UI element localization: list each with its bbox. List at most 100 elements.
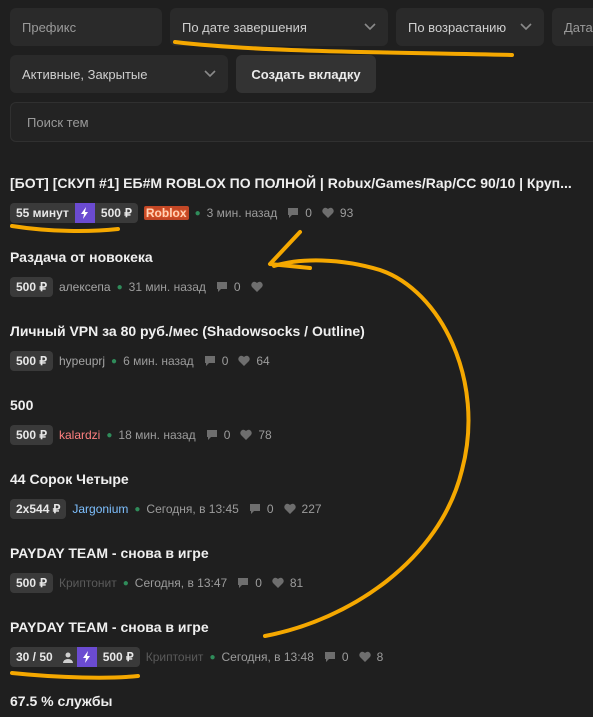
comment-icon: [206, 430, 217, 440]
chip-price: 500 ₽: [16, 354, 47, 368]
like-count: 227: [301, 502, 322, 516]
reply-count: 0: [305, 206, 312, 220]
thread-time: Сегодня, в 13:47: [134, 576, 228, 590]
chip-price: 2x544 ₽: [16, 502, 61, 516]
thread-meta: 500 ₽ алексепа ● 31 мин. назад 0: [10, 277, 590, 297]
underline-chip-bottom: [10, 671, 140, 680]
price-chip: 500 ₽: [10, 573, 53, 593]
prefix-select[interactable]: Префикс: [10, 8, 162, 46]
thread-author[interactable]: алексепа: [59, 280, 111, 294]
thread-time: 18 мин. назад: [118, 428, 196, 442]
reply-count: 0: [341, 650, 349, 664]
thread-meta: 55 минут 500 ₽ Roblox ● 3 мин. назад 0 9…: [10, 203, 590, 223]
thread-meta: 500 ₽ hypeuprj ● 6 мин. назад 0 64: [10, 351, 590, 371]
thread-title[interactable]: 500: [10, 397, 585, 413]
comment-icon: [216, 282, 227, 292]
thread-meta: 30 / 50 500 ₽ Криптонит ● Сегодня, в 13:…: [10, 647, 590, 667]
filter-row-bottom: Активные, Закрытые Создать вкладку: [10, 55, 376, 93]
thread-item[interactable]: Личный VPN за 80 руб./мес (Shadowsocks /…: [10, 323, 590, 371]
heart-icon: [238, 355, 251, 366]
heart-icon: [272, 577, 284, 588]
search-placeholder: Поиск тем: [27, 114, 89, 130]
thread-author[interactable]: kalardzi: [59, 428, 100, 442]
thread-item[interactable]: 44 Сорок Четыре 2x544 ₽ Jargonium ● Сего…: [10, 471, 590, 519]
chevron-down-icon: [204, 70, 216, 78]
heart-icon: [240, 429, 253, 440]
thread-author[interactable]: Jargonium: [72, 502, 128, 516]
chip-price: 500 ₽: [16, 576, 47, 590]
thread-item[interactable]: 67.5 % службы: [10, 693, 590, 709]
underline-chip-top: [10, 224, 120, 233]
search-input[interactable]: Поиск тем: [10, 102, 593, 142]
thread-meta: 2x544 ₽ Jargonium ● Сегодня, в 13:45 0 2…: [10, 499, 590, 519]
thread-item[interactable]: PAYDAY TEAM - снова в игре 500 ₽ Криптон…: [10, 545, 590, 593]
lightning-icon: [76, 647, 97, 667]
sort-by-select[interactable]: По дате завершения: [170, 8, 388, 46]
like-count: 8: [376, 650, 384, 664]
reply-count: 0: [255, 576, 262, 590]
user-icon: [59, 651, 77, 663]
chevron-down-icon: [520, 23, 532, 31]
price-chip: 500 ₽: [10, 351, 53, 371]
thread-title[interactable]: [БОТ] [СКУП #1] ЕБ#М ROBLOX ПО ПОЛНОЙ | …: [10, 175, 585, 191]
reply-count: 0: [223, 428, 231, 442]
thread-time: 31 мин. назад: [128, 280, 206, 294]
thread-title[interactable]: 44 Сорок Четыре: [10, 471, 585, 487]
heart-icon: [322, 207, 334, 218]
comment-icon: [204, 356, 215, 366]
thread-item[interactable]: [БОТ] [СКУП #1] ЕБ#М ROBLOX ПО ПОЛНОЙ | …: [10, 175, 590, 223]
heart-icon: [358, 651, 371, 662]
thread-author[interactable]: Криптонит: [59, 576, 117, 590]
heart-icon: [283, 503, 296, 514]
reply-count: 0: [221, 354, 229, 368]
lightning-icon: [74, 203, 95, 223]
online-dot-icon: ●: [134, 503, 141, 515]
online-dot-icon: ●: [209, 651, 216, 663]
status-select[interactable]: Активные, Закрытые: [10, 55, 228, 93]
comment-icon: [238, 578, 249, 588]
thread-author[interactable]: hypeuprj: [59, 354, 105, 368]
chip-time: 55 минут: [16, 206, 69, 220]
chip-price: 500 ₽: [16, 280, 47, 294]
online-dot-icon: ●: [111, 355, 118, 367]
thread-meta: 500 ₽ kalardzi ● 18 мин. назад 0 78: [10, 425, 590, 445]
thread-title[interactable]: Личный VPN за 80 руб./мес (Shadowsocks /…: [10, 323, 585, 339]
price-chip: 500 ₽: [10, 425, 53, 445]
thread-time: Сегодня, в 13:48: [221, 650, 314, 664]
comment-icon: [249, 504, 260, 514]
online-dot-icon: ●: [106, 429, 113, 441]
online-dot-icon: ●: [122, 577, 129, 589]
price-chip: 55 минут 500 ₽: [10, 203, 138, 223]
chip-price: 500 ₽: [100, 206, 132, 220]
heart-icon: [250, 281, 263, 292]
like-count: 64: [256, 354, 270, 368]
thread-title[interactable]: PAYDAY TEAM - снова в игре: [10, 545, 585, 561]
thread-item[interactable]: Раздача от новокека 500 ₽ алексепа ● 31 …: [10, 249, 590, 297]
sort-by-value: По дате завершения: [182, 19, 307, 35]
sort-order-value: По возрастанию: [408, 19, 507, 35]
sort-order-select[interactable]: По возрастанию: [396, 8, 544, 46]
date-filter-label: Дата: [564, 19, 593, 35]
reply-count: 0: [266, 502, 274, 516]
like-count: 78: [258, 428, 272, 442]
thread-author[interactable]: Криптонит: [146, 650, 204, 664]
like-count: 93: [339, 206, 354, 220]
chip-price: 500 ₽: [16, 428, 47, 442]
thread-title[interactable]: Раздача от новокека: [10, 249, 585, 265]
thread-title[interactable]: 67.5 % службы: [10, 693, 585, 709]
chip-price: 500 ₽: [102, 650, 134, 664]
price-chip: 2x544 ₽: [10, 499, 67, 519]
price-chip: 500 ₽: [10, 277, 53, 297]
chevron-down-icon: [364, 23, 376, 31]
thread-time: 6 мин. назад: [123, 354, 194, 368]
comment-icon: [324, 652, 335, 662]
date-filter-select[interactable]: Дата: [552, 8, 593, 46]
price-chip: 30 / 50 500 ₽: [10, 647, 140, 667]
thread-item[interactable]: 500 500 ₽ kalardzi ● 18 мин. назад 0 78: [10, 397, 590, 445]
chip-slots: 30 / 50: [16, 650, 53, 664]
thread-title[interactable]: PAYDAY TEAM - снова в игре: [10, 619, 585, 635]
create-tab-button[interactable]: Создать вкладку: [236, 55, 376, 93]
thread-author[interactable]: Roblox: [143, 206, 189, 220]
thread-item[interactable]: PAYDAY TEAM - снова в игре 30 / 50 500 ₽…: [10, 619, 590, 667]
thread-time: Сегодня, в 13:45: [146, 502, 239, 516]
